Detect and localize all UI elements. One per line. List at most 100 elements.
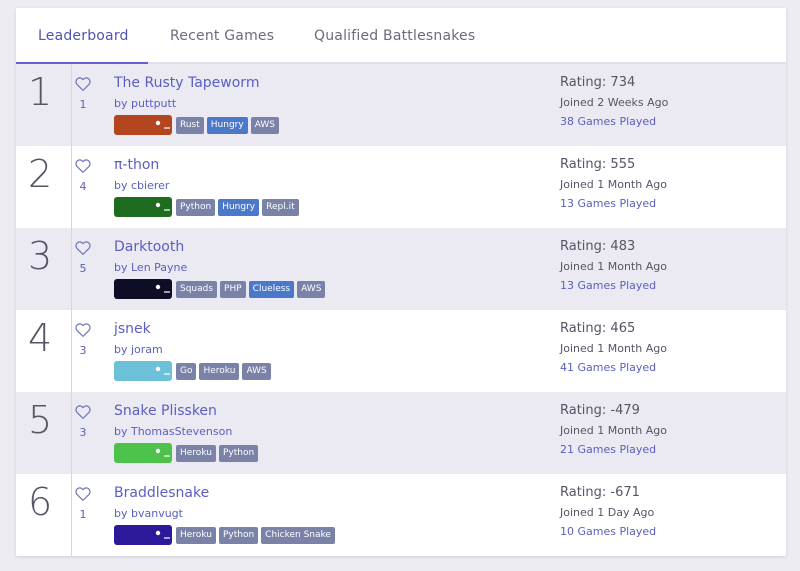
tag-badge[interactable]: Chicken Snake: [261, 527, 335, 544]
joined-date: Joined 1 Month Ago: [560, 260, 667, 273]
snake-author-link[interactable]: by puttputt: [114, 97, 176, 110]
row-divider: [71, 474, 72, 556]
tag-badge[interactable]: Hungry: [206, 117, 248, 134]
snake-avatar[interactable]: [114, 443, 172, 463]
row-divider: [71, 228, 72, 310]
snake-name-link[interactable]: Snake Plissken: [114, 403, 217, 419]
tag-badge[interactable]: Heroku: [199, 363, 240, 380]
leaderboard-row: 6 1 Braddlesnake by bvanvugt Heroku Pytho…: [16, 474, 786, 556]
like-count: 4: [79, 180, 87, 193]
row-divider: [71, 64, 72, 146]
tag-badge[interactable]: Heroku: [176, 445, 216, 462]
rating-value: Rating: -479: [560, 403, 640, 418]
tag-badge[interactable]: AWS: [250, 117, 279, 134]
snake-author-link[interactable]: by cbierer: [114, 179, 169, 192]
tag-list: Python Hungry Repl.it: [176, 199, 299, 216]
rating-value: Rating: 483: [560, 239, 636, 254]
snake-head-icon: [155, 366, 170, 375]
leaderboard-row: 1 1 The Rusty Tapeworm by puttputt Rust H…: [16, 64, 786, 146]
snake-name-link[interactable]: Darktooth: [114, 239, 184, 255]
snake-avatar[interactable]: [114, 361, 172, 381]
heart-icon[interactable]: [74, 321, 92, 339]
like-count: 5: [79, 262, 87, 275]
tag-badge[interactable]: Clueless: [248, 281, 295, 298]
tag-badge[interactable]: Python: [218, 445, 259, 462]
leaderboard-row: 3 5 Darktooth by Len Payne Squads PHP Clue…: [16, 228, 786, 310]
tag-badge[interactable]: PHP: [220, 281, 246, 298]
tag-badge[interactable]: Go: [176, 363, 197, 380]
tag-badge[interactable]: AWS: [242, 363, 271, 380]
tag-list: Heroku Python: [176, 445, 259, 462]
tab-qualified-battlesnakes[interactable]: Qualified Battlesnakes: [314, 28, 475, 44]
joined-date: Joined 1 Month Ago: [560, 424, 667, 437]
snake-head-icon: [155, 120, 170, 129]
rating-value: Rating: 465: [560, 321, 636, 336]
snake-author-link[interactable]: by bvanvugt: [114, 507, 183, 520]
like-count: 3: [79, 426, 87, 439]
like-count: 1: [79, 98, 87, 111]
snake-head-icon: [155, 448, 170, 457]
tag-badge[interactable]: Rust: [176, 117, 204, 134]
rating-value: Rating: 734: [560, 75, 636, 90]
tag-badge[interactable]: Python: [176, 199, 216, 216]
snake-stats: Rating: 734 Joined 2 Weeks Ago 38 Games …: [560, 75, 668, 128]
rating-value: Rating: 555: [560, 157, 636, 172]
like-count: 1: [79, 508, 87, 521]
leaderboard-card: Leaderboard Recent Games Qualified Battl…: [16, 8, 786, 556]
snake-head-icon: [155, 530, 170, 539]
snake-avatar[interactable]: [114, 197, 172, 217]
snake-head-icon: [155, 284, 170, 293]
rank-number: 4: [28, 316, 53, 360]
joined-date: Joined 1 Day Ago: [560, 506, 655, 519]
games-played-link[interactable]: 13 Games Played: [560, 279, 667, 292]
tag-badge[interactable]: Hungry: [218, 199, 260, 216]
snake-name-link[interactable]: The Rusty Tapeworm: [114, 75, 259, 91]
tag-badge[interactable]: AWS: [297, 281, 326, 298]
games-played-link[interactable]: 13 Games Played: [560, 197, 667, 210]
leaderboard-row: 4 3 jsnek by joram Go Heroku AWS Rating: 4…: [16, 310, 786, 392]
snake-avatar[interactable]: [114, 115, 172, 135]
snake-stats: Rating: 555 Joined 1 Month Ago 13 Games …: [560, 157, 667, 210]
heart-icon[interactable]: [74, 239, 92, 257]
snake-author-link[interactable]: by ThomasStevenson: [114, 425, 232, 438]
like-count: 3: [79, 344, 87, 357]
joined-date: Joined 2 Weeks Ago: [560, 96, 669, 109]
tag-list: Go Heroku AWS: [176, 363, 271, 380]
tab-leaderboard[interactable]: Leaderboard: [38, 28, 129, 44]
snake-name-link[interactable]: π-thon: [114, 157, 159, 173]
snake-head-icon: [155, 202, 170, 211]
tag-list: Squads PHP Clueless AWS: [176, 281, 326, 298]
games-played-link[interactable]: 10 Games Played: [560, 525, 656, 538]
snake-stats: Rating: 483 Joined 1 Month Ago 13 Games …: [560, 239, 667, 292]
snake-name-link[interactable]: jsnek: [114, 321, 151, 337]
row-divider: [71, 146, 72, 228]
row-divider: [71, 310, 72, 392]
tag-badge[interactable]: Heroku: [176, 527, 216, 544]
snake-stats: Rating: -479 Joined 1 Month Ago 21 Games…: [560, 403, 667, 456]
rank-number: 3: [28, 234, 53, 278]
tab-bar: Leaderboard Recent Games Qualified Battl…: [16, 8, 786, 64]
games-played-link[interactable]: 41 Games Played: [560, 361, 667, 374]
games-played-link[interactable]: 38 Games Played: [560, 115, 668, 128]
snake-avatar[interactable]: [114, 279, 172, 299]
tag-badge[interactable]: Python: [218, 527, 259, 544]
snake-stats: Rating: -671 Joined 1 Day Ago 10 Games P…: [560, 485, 656, 538]
rating-value: Rating: -671: [560, 485, 640, 500]
heart-icon[interactable]: [74, 403, 92, 421]
tag-badge[interactable]: Repl.it: [262, 199, 299, 216]
tab-recent-games[interactable]: Recent Games: [170, 28, 274, 44]
tag-list: Heroku Python Chicken Snake: [176, 527, 335, 544]
tag-badge[interactable]: Squads: [176, 281, 218, 298]
games-played-link[interactable]: 21 Games Played: [560, 443, 667, 456]
joined-date: Joined 1 Month Ago: [560, 342, 667, 355]
snake-author-link[interactable]: by Len Payne: [114, 261, 187, 274]
rank-number: 6: [28, 480, 53, 524]
snake-author-link[interactable]: by joram: [114, 343, 163, 356]
heart-icon[interactable]: [74, 75, 92, 93]
snake-avatar[interactable]: [114, 525, 172, 545]
rank-number: 1: [28, 70, 53, 114]
leaderboard-row: 2 4 π-thon by cbierer Python Hungry Repl.i…: [16, 146, 786, 228]
heart-icon[interactable]: [74, 157, 92, 175]
snake-name-link[interactable]: Braddlesnake: [114, 485, 209, 501]
heart-icon[interactable]: [74, 485, 92, 503]
